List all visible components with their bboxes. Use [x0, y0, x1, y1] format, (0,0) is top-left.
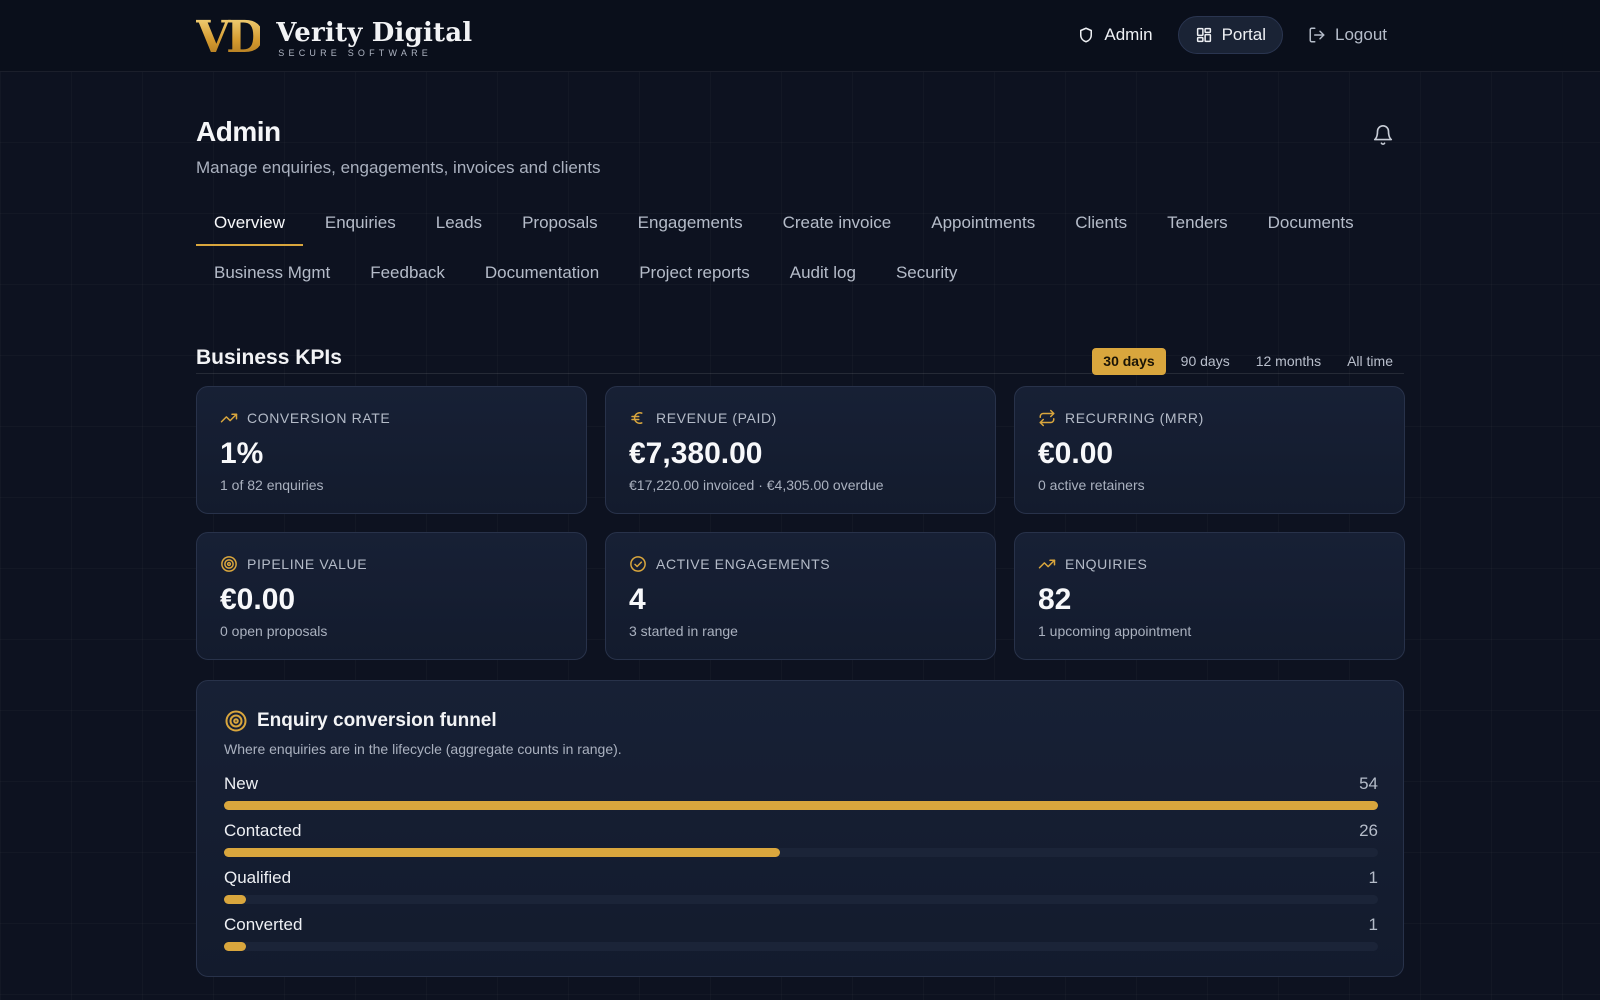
tab-row-secondary: Business Mgmt Feedback Documentation Pro…: [196, 250, 979, 296]
kpi-subtext: 3 started in range: [629, 623, 738, 639]
page-subtitle: Manage enquiries, engagements, invoices …: [196, 158, 601, 177]
funnel-bar-fill: [224, 801, 1378, 810]
nav-admin-label: Admin: [1104, 25, 1153, 44]
kpi-card-conversion-rate: CONVERSION RATE 1% 1 of 82 enquiries: [196, 386, 587, 514]
tab-create-invoice[interactable]: Create invoice: [765, 200, 910, 246]
target-icon: [225, 710, 247, 732]
tab-row-primary: Overview Enquiries Leads Proposals Engag…: [196, 200, 1376, 246]
funnel-bar-fill: [224, 848, 780, 857]
funnel-row-qualified: Qualified 1: [224, 868, 1378, 908]
kpi-label: REVENUE (PAID): [656, 410, 777, 426]
funnel-bar-track: [224, 801, 1378, 810]
tab-documentation[interactable]: Documentation: [467, 250, 617, 296]
funnel-row-label: Qualified: [224, 868, 292, 887]
brand-logo[interactable]: VD Verity Digital SECURE SOFTWARE: [196, 16, 472, 60]
brand-name: Verity Digital: [276, 17, 473, 48]
nav-admin-link[interactable]: Admin: [1060, 16, 1169, 54]
tab-feedback[interactable]: Feedback: [352, 250, 463, 296]
bell-icon[interactable]: [1372, 124, 1394, 146]
tab-proposals[interactable]: Proposals: [504, 200, 616, 246]
kpi-subtext: 1 upcoming appointment: [1038, 623, 1192, 639]
tab-appointments[interactable]: Appointments: [913, 200, 1053, 246]
kpi-card-pipeline-value: PIPELINE VALUE €0.00 0 open proposals: [196, 532, 587, 660]
kpi-value: €7,380.00: [629, 437, 763, 470]
check-circle-icon: [630, 556, 646, 572]
tab-engagements[interactable]: Engagements: [620, 200, 761, 246]
kpi-subtext: 0 active retainers: [1038, 477, 1145, 493]
range-12-months-button[interactable]: 12 months: [1245, 348, 1332, 375]
tab-audit-log[interactable]: Audit log: [772, 250, 874, 296]
range-all-time-button[interactable]: All time: [1336, 348, 1404, 375]
funnel-row-label: Converted: [224, 915, 303, 934]
kpi-card-active-engagements: ACTIVE ENGAGEMENTS 4 3 started in range: [605, 532, 996, 660]
kpi-subtext: 0 open proposals: [220, 623, 328, 639]
kpi-value: 4: [629, 583, 646, 616]
funnel-row-count: 26: [1359, 821, 1378, 840]
kpi-label: PIPELINE VALUE: [247, 556, 368, 572]
tab-business-mgmt[interactable]: Business Mgmt: [196, 250, 348, 296]
range-30-days-button[interactable]: 30 days: [1092, 348, 1166, 375]
funnel-bar-fill: [224, 895, 246, 904]
target-icon: [221, 556, 237, 572]
kpi-label: ENQUIRIES: [1065, 556, 1148, 572]
trending-up-icon: [1038, 559, 1056, 569]
nav-portal-link[interactable]: Portal: [1177, 16, 1283, 54]
funnel-row-count: 1: [1368, 868, 1378, 887]
kpi-label: RECURRING (MRR): [1065, 410, 1204, 426]
shield-icon: [1080, 27, 1093, 43]
kpi-label: CONVERSION RATE: [247, 410, 391, 426]
kpi-cards: CONVERSION RATE 1% 1 of 82 enquiries REV…: [196, 386, 1405, 660]
enquiry-funnel-panel: Enquiry conversion funnel Where enquirie…: [196, 680, 1404, 977]
page-title: Admin: [196, 116, 281, 147]
funnel-description: Where enquiries are in the lifecycle (ag…: [224, 741, 622, 757]
funnel-row-count: 54: [1359, 774, 1378, 793]
logout-icon: [1309, 27, 1325, 43]
tab-overview[interactable]: Overview: [196, 200, 303, 246]
logo-mark: VD: [196, 12, 264, 63]
kpi-subtext: 1 of 82 enquiries: [220, 477, 324, 493]
kpi-value: 82: [1038, 583, 1072, 616]
funnel-bar-track: [224, 895, 1378, 904]
funnel-bar-track: [224, 942, 1378, 951]
funnel-row-count: 1: [1368, 915, 1378, 934]
tab-enquiries[interactable]: Enquiries: [307, 200, 414, 246]
funnel-row-contacted: Contacted 26: [224, 821, 1378, 861]
range-selector: 30 days 90 days 12 months All time: [1092, 348, 1404, 375]
kpi-value: €0.00: [220, 583, 296, 616]
funnel-row-label: Contacted: [224, 821, 302, 840]
tab-documents[interactable]: Documents: [1250, 200, 1372, 246]
kpi-card-revenue-paid: REVENUE (PAID) €7,380.00 €17,220.00 invo…: [605, 386, 996, 514]
funnel-bar-track: [224, 848, 1378, 857]
kpi-header: Business KPIs 30 days 90 days 12 months …: [196, 340, 1404, 380]
top-bar: VD Verity Digital SECURE SOFTWARE Admin …: [0, 0, 1600, 72]
nav-portal-label: Portal: [1221, 25, 1266, 44]
funnel-bar-fill: [224, 942, 246, 951]
nav-logout-label: Logout: [1335, 25, 1387, 44]
kpi-label: ACTIVE ENGAGEMENTS: [656, 556, 831, 572]
trending-up-icon: [220, 413, 238, 423]
kpi-subtext: €17,220.00 invoiced · €4,305.00 overdue: [629, 477, 884, 493]
kpi-value: €0.00: [1038, 437, 1114, 470]
funnel-row-label: New: [224, 774, 259, 793]
top-nav: Admin Portal Logout: [1060, 16, 1404, 54]
brand-tagline: SECURE SOFTWARE: [278, 47, 432, 58]
funnel-row-new: New 54: [224, 774, 1378, 814]
tab-clients[interactable]: Clients: [1057, 200, 1145, 246]
tab-tenders[interactable]: Tenders: [1149, 200, 1245, 246]
euro-icon: [631, 412, 643, 424]
grid-icon: [1196, 27, 1211, 43]
kpi-card-recurring-mrr: RECURRING (MRR) €0.00 0 active retainers: [1014, 386, 1405, 514]
funnel-title: Enquiry conversion funnel: [257, 710, 497, 731]
range-90-days-button[interactable]: 90 days: [1170, 348, 1241, 375]
tab-leads[interactable]: Leads: [418, 200, 500, 246]
repeat-icon: [1039, 409, 1055, 427]
kpi-value: 1%: [220, 437, 264, 470]
tab-security[interactable]: Security: [878, 250, 975, 296]
tab-project-reports[interactable]: Project reports: [621, 250, 768, 296]
kpi-card-enquiries: ENQUIRIES 82 1 upcoming appointment: [1014, 532, 1405, 660]
nav-logout-link[interactable]: Logout: [1291, 16, 1404, 54]
funnel-row-converted: Converted 1: [224, 915, 1378, 955]
kpi-section-title: Business KPIs: [196, 346, 342, 369]
